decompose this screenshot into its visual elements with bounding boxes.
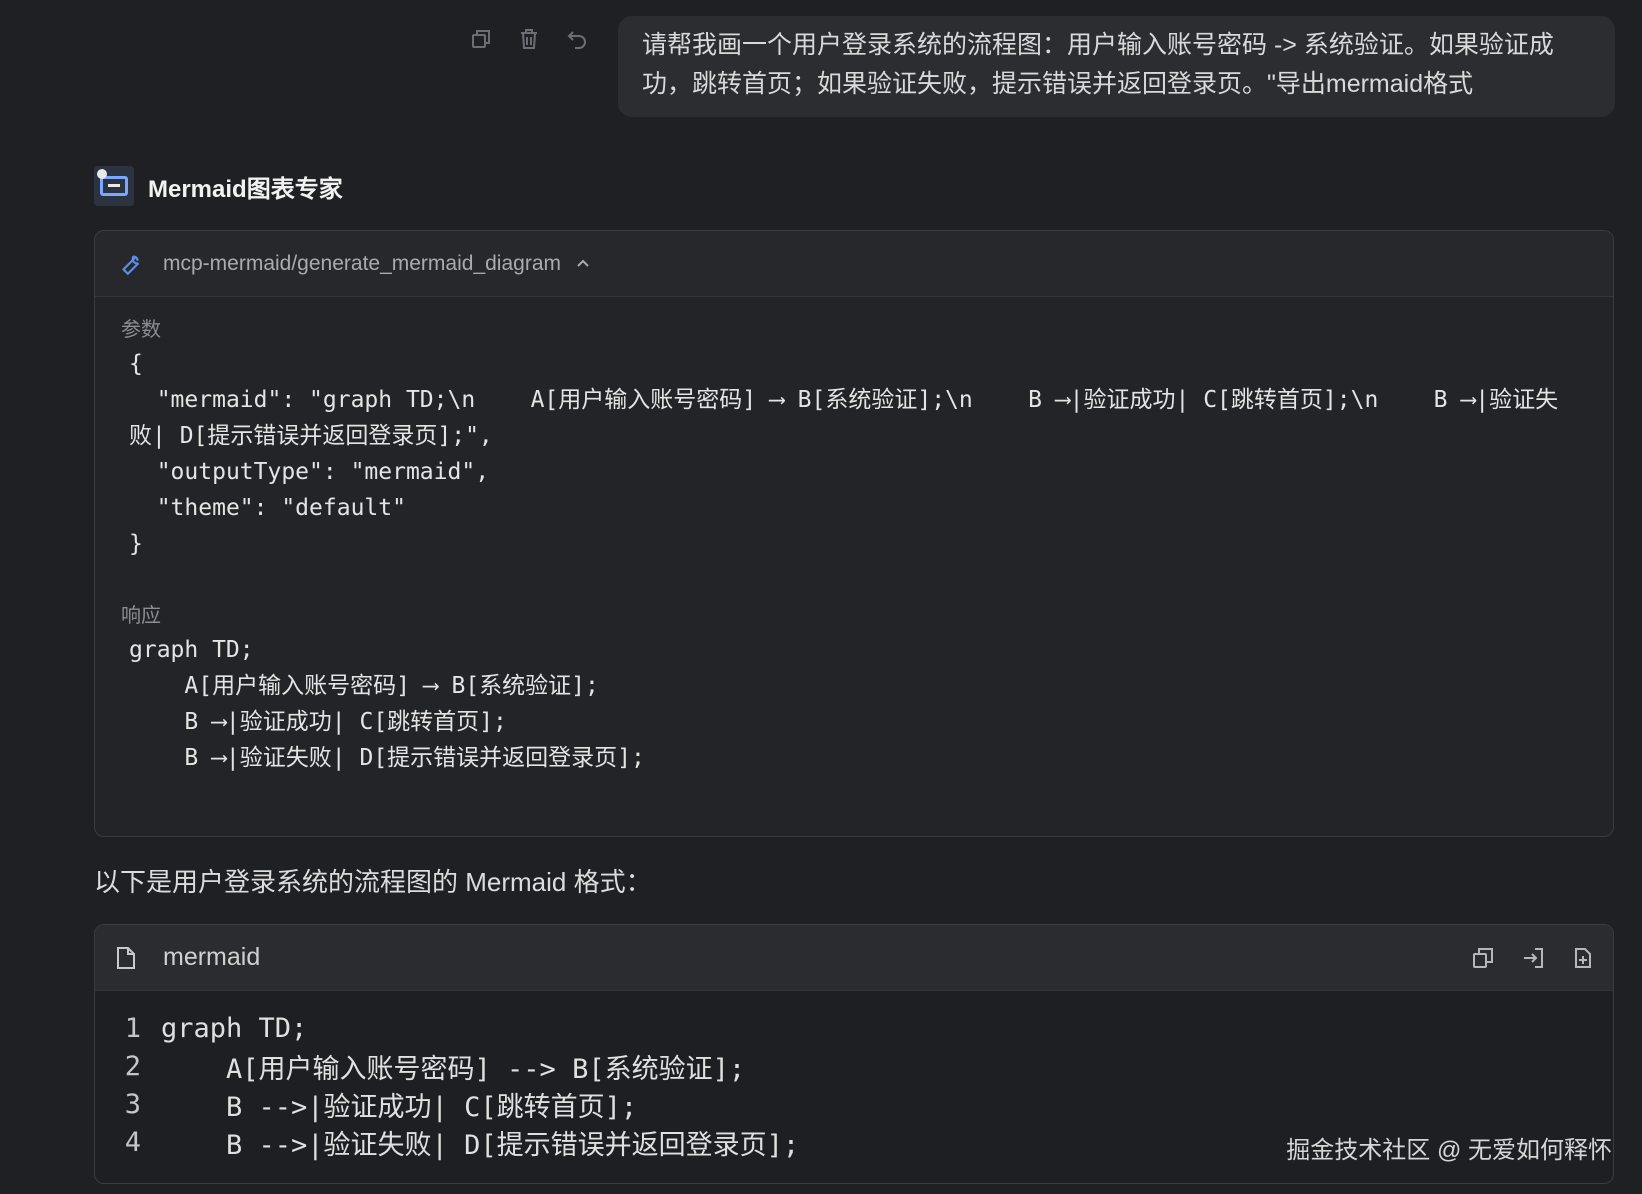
line-number: 1: [124, 1012, 141, 1044]
line-content: graph TD;: [161, 1012, 308, 1044]
tool-name: mcp-mermaid/generate_mermaid_diagram: [163, 251, 561, 275]
trash-icon[interactable]: [516, 26, 542, 52]
message-actions: [468, 26, 590, 52]
user-message-bubble: 请帮我画一个用户登录系统的流程图：用户输入账号密码 -> 系统验证。如果验证成功…: [618, 16, 1615, 117]
line-number: 3: [124, 1088, 141, 1120]
tool-call-header[interactable]: mcp-mermaid/generate_mermaid_diagram: [95, 231, 1613, 297]
user-message-text: 请帮我画一个用户登录系统的流程图：用户输入账号密码 -> 系统验证。如果验证成功…: [642, 31, 1554, 98]
chat-page: 请帮我画一个用户登录系统的流程图：用户输入账号密码 -> 系统验证。如果验证成功…: [0, 0, 1642, 1194]
copy-icon[interactable]: [468, 26, 494, 52]
assistant-avatar: [94, 166, 134, 206]
code-card-header: mermaid: [95, 925, 1613, 991]
assistant-header: Mermaid图表专家: [94, 166, 343, 206]
undo-icon[interactable]: [564, 26, 590, 52]
chevron-up-icon[interactable]: [575, 256, 591, 272]
line-number: 2: [124, 1050, 141, 1082]
code-card-actions: [1471, 946, 1595, 970]
params-label: 参数: [121, 319, 161, 341]
params-code: { "mermaid": "graph TD;\n A[用户输入账号密码] ⟶ …: [129, 351, 1559, 557]
code-language-label: mermaid: [163, 943, 261, 971]
insert-icon[interactable]: [1521, 946, 1545, 970]
code-line: 3 B -->|验证成功| C[跳转首页];: [95, 1085, 1613, 1123]
code-line: 2 A[用户输入账号密码] --> B[系统验证];: [95, 1047, 1613, 1085]
tool-call-card: mcp-mermaid/generate_mermaid_diagram 参数 …: [94, 230, 1614, 837]
line-content: B -->|验证成功| C[跳转首页];: [161, 1091, 638, 1123]
response-code: graph TD; A[用户输入账号密码] ⟶ B[系统验证]; B ⟶|验证成…: [129, 637, 645, 771]
line-number: 4: [124, 1126, 141, 1158]
new-file-icon[interactable]: [1571, 946, 1595, 970]
response-label: 响应: [121, 605, 161, 627]
copy-icon[interactable]: [1471, 946, 1495, 970]
watermark: 掘金技术社区 @ 无爱如何释怀: [1286, 1137, 1612, 1164]
line-content: B -->|验证失败| D[提示错误并返回登录页];: [161, 1129, 800, 1161]
code-line: 1 graph TD;: [95, 1009, 1613, 1047]
file-icon: [117, 946, 135, 969]
line-content: A[用户输入账号密码] --> B[系统验证];: [161, 1053, 746, 1085]
assistant-name: Mermaid图表专家: [148, 175, 343, 203]
intro-text: 以下是用户登录系统的流程图的 Mermaid 格式：: [94, 867, 652, 897]
wrench-icon: [121, 254, 140, 275]
